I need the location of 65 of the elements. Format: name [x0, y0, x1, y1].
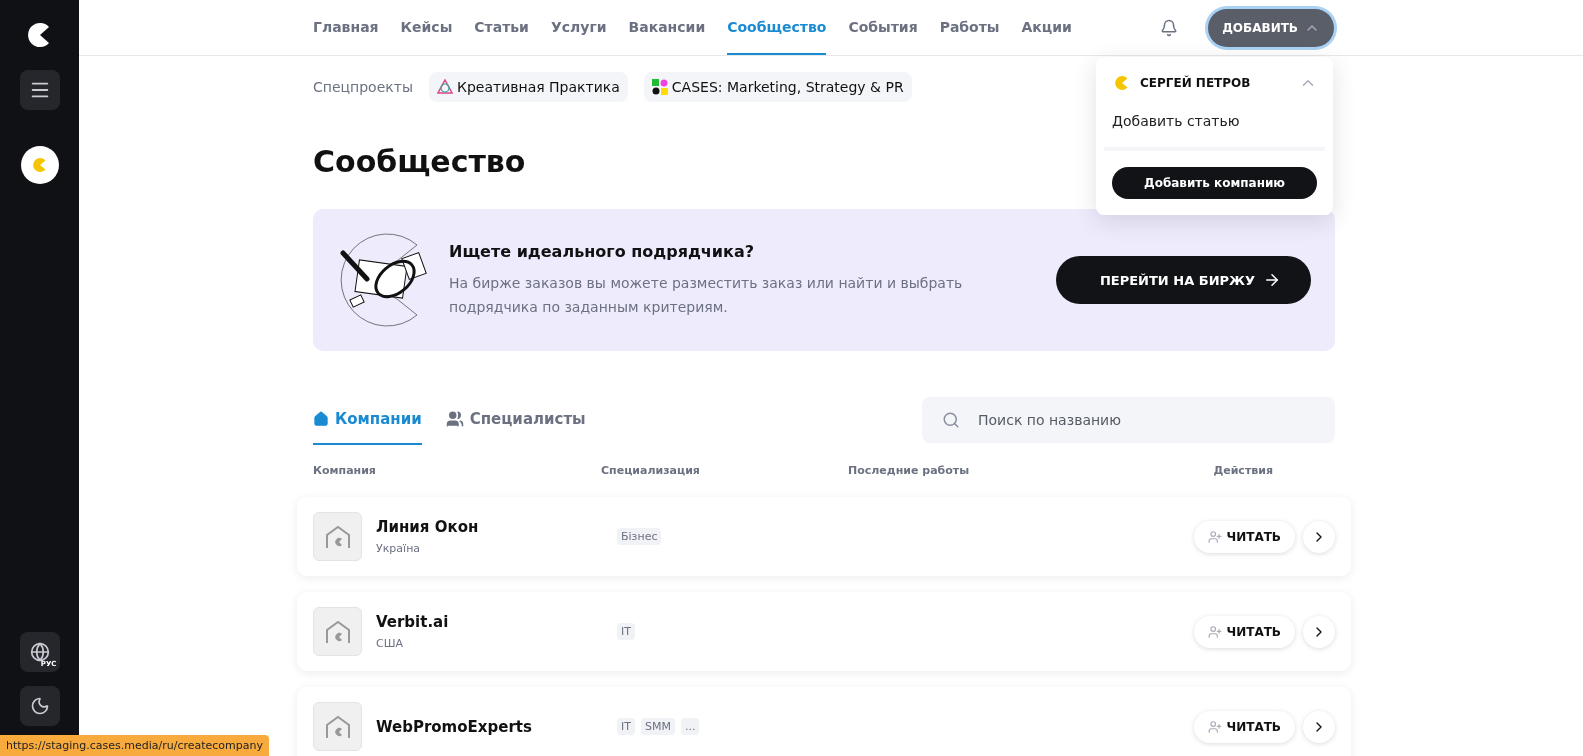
nav-link[interactable]: Статьи [474, 0, 529, 55]
follow-button[interactable]: ЧИТАТЬ [1194, 615, 1295, 648]
column-header: Специализация [601, 463, 701, 477]
nav-link[interactable]: События [848, 0, 918, 55]
page-title: Сообщество [313, 144, 527, 179]
arrow-right-icon [1263, 271, 1281, 289]
open-button[interactable] [1303, 615, 1335, 648]
company-card[interactable]: Verbit.ai США IT ЧИТАТЬ [297, 592, 1351, 671]
search-icon [942, 411, 960, 429]
user-plus-icon [1208, 529, 1223, 544]
house-icon [324, 619, 351, 644]
nav-link[interactable]: Сообщество [727, 0, 827, 55]
tab[interactable]: Специалисты [445, 395, 586, 445]
company-name[interactable]: Verbit.ai [376, 613, 449, 631]
specialization-tag: IT [617, 718, 635, 735]
column-header: Компания [313, 463, 377, 477]
moon-icon [29, 696, 50, 716]
project-chip[interactable]: CASES: Marketing, Strategy & PR [643, 72, 912, 102]
company-country: США [376, 637, 404, 650]
menu-button[interactable] [19, 70, 60, 110]
add-company-button[interactable]: Добавить компанию [1112, 167, 1317, 199]
company-country: Україна [376, 542, 422, 555]
promo-text: На бирже заказов вы можете разместить заказ или найти и выбрать подрядчика по заданным критериям. [449, 273, 964, 317]
nav-link[interactable]: Акции [1021, 0, 1072, 55]
open-button[interactable] [1303, 710, 1335, 743]
avatar-icon[interactable] [20, 146, 59, 184]
search-field[interactable]: Поиск по названию [922, 397, 1335, 443]
company-card[interactable]: WebPromoExperts IT SMM ... ЧИТАТЬ [297, 687, 1351, 756]
triangle-logo-icon [436, 79, 453, 95]
user-plus-icon [1208, 624, 1223, 639]
house-icon [324, 714, 351, 739]
exchange-button[interactable]: ПЕРЕЙТИ НА БИРЖУ [1055, 256, 1311, 304]
nav-link[interactable]: Работы [939, 0, 1000, 55]
shapes-logo-icon [651, 79, 668, 95]
company-name[interactable]: Линия Окон [376, 518, 479, 536]
nav-link[interactable]: Кейсы [400, 0, 453, 55]
people-icon [445, 410, 464, 428]
menu-item[interactable]: Добавить статью [1112, 113, 1317, 129]
column-header: Последние работы [848, 463, 971, 477]
promo-heading: Ищете идеального подрядчика? [449, 241, 755, 261]
company-card[interactable]: Линия Окон Україна Бізнес ЧИТАТЬ [297, 497, 1351, 576]
follow-button[interactable]: ЧИТАТЬ [1194, 520, 1295, 553]
user-name: СЕРГЕЙ ПЕТРОВ [1140, 76, 1252, 90]
tab[interactable]: Компании [313, 395, 422, 445]
house-icon [313, 411, 329, 427]
house-icon [324, 524, 351, 549]
company-name[interactable]: WebPromoExperts [376, 717, 532, 736]
specialization-tag: ... [680, 718, 700, 735]
user-plus-icon [1208, 719, 1223, 734]
specialization-tag: IT [617, 623, 635, 640]
theme-button[interactable] [19, 686, 60, 726]
follow-button[interactable]: ЧИТАТЬ [1194, 710, 1295, 743]
specialization-tag: SMM [640, 718, 675, 735]
add-button[interactable]: ДОБАВИТЬ [1208, 8, 1334, 47]
project-chip[interactable]: Креативная Практика [428, 72, 628, 102]
column-header: Действия [1212, 463, 1274, 477]
specprojects-label: Спецпроекты [313, 79, 413, 95]
status-url: https://staging.cases.media/ru/createcompany [0, 735, 269, 756]
specialization-tag: Бізнес [617, 528, 662, 545]
nav-link[interactable]: Вакансии [628, 0, 706, 55]
bell-icon[interactable] [1160, 18, 1179, 37]
globe-icon [29, 642, 50, 662]
nav-link[interactable]: Услуги [550, 0, 607, 55]
nav-link[interactable]: Главная [313, 0, 379, 55]
open-button[interactable] [1303, 520, 1335, 553]
